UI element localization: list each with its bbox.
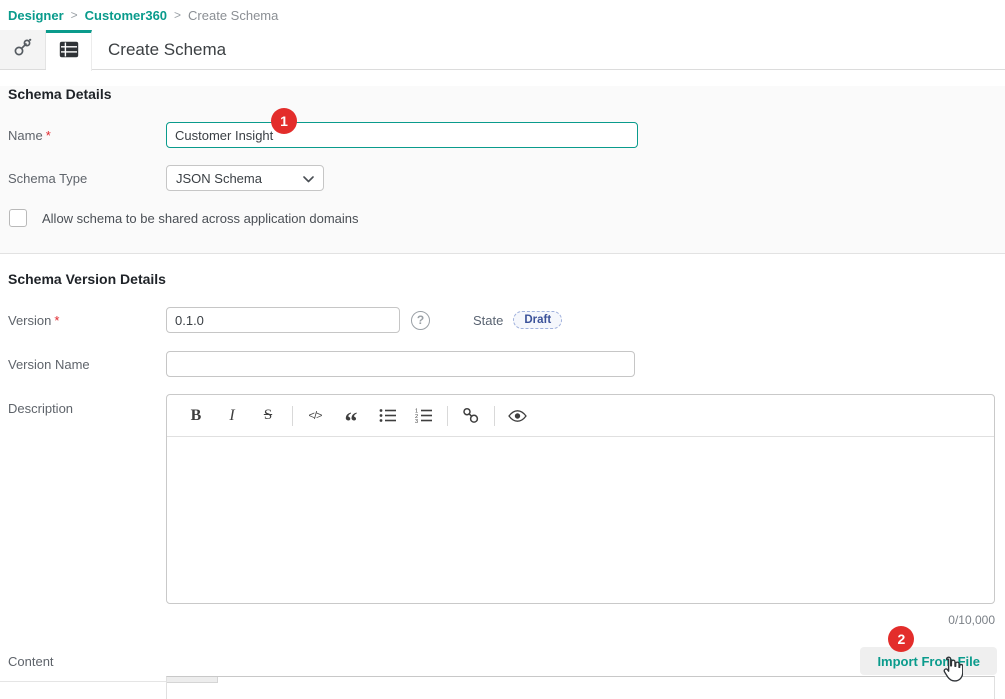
page-title: Create Schema [108, 40, 226, 60]
state-badge: Draft [513, 311, 562, 329]
graph-icon [13, 38, 32, 62]
help-icon[interactable]: ? [411, 311, 430, 330]
link-icon[interactable] [458, 404, 482, 428]
svg-text:3: 3 [415, 419, 418, 423]
version-input[interactable] [166, 307, 400, 333]
schema-details-section: Schema Details Name* 1 Schema Type JSON … [0, 86, 1005, 254]
name-label: Name* [8, 128, 166, 143]
step-2-badge: 2 [888, 626, 914, 652]
bold-icon[interactable]: B [184, 404, 208, 428]
breadcrumb-separator: > [174, 8, 181, 22]
breadcrumb-current: Create Schema [188, 8, 278, 23]
step-1-badge: 1 [271, 108, 297, 134]
schema-type-value: JSON Schema [176, 171, 262, 186]
table-icon [59, 41, 79, 63]
tab-graph-view[interactable] [0, 30, 46, 69]
editor-line-gutter [167, 677, 218, 683]
state-label: State [473, 313, 503, 328]
code-icon[interactable]: </> [303, 404, 327, 428]
content-editor-partial[interactable] [166, 676, 995, 699]
schema-type-select[interactable]: JSON Schema [166, 165, 324, 191]
strikethrough-icon[interactable]: S [256, 404, 280, 428]
divider [0, 681, 166, 682]
blockquote-icon[interactable]: “ [339, 404, 363, 428]
preview-eye-icon[interactable] [505, 404, 529, 428]
toolbar-divider [292, 406, 293, 426]
required-asterisk: * [46, 128, 51, 143]
schema-version-details-section: Schema Version Details Version* ? State … [0, 271, 1005, 675]
toolbar-divider [447, 406, 448, 426]
version-name-label: Version Name [8, 357, 166, 372]
required-asterisk: * [54, 313, 59, 328]
toolbar-divider [494, 406, 495, 426]
char-counter: 0/10,000 [166, 613, 995, 627]
bullet-list-icon[interactable] [375, 404, 399, 428]
description-editor: B I S </> “ 1 [166, 394, 995, 604]
chevron-down-icon [303, 171, 314, 186]
create-schema-page: Designer > Customer360 > Create Schema [0, 0, 1005, 699]
share-schema-checkbox-label: Allow schema to be shared across applica… [42, 211, 359, 226]
schema-details-heading: Schema Details [8, 86, 1005, 102]
tab-strip: Create Schema [0, 30, 1005, 70]
description-toolbar: B I S </> “ 1 [167, 395, 994, 437]
schema-name-input[interactable] [166, 122, 638, 148]
version-name-input[interactable] [166, 351, 635, 377]
schema-version-details-heading: Schema Version Details [8, 271, 1005, 287]
schema-type-label: Schema Type [8, 171, 166, 186]
description-textarea[interactable] [167, 437, 994, 603]
ordered-list-icon[interactable]: 1 2 3 [411, 404, 435, 428]
version-label: Version* [8, 313, 166, 328]
breadcrumb-designer[interactable]: Designer [8, 8, 64, 23]
tab-table-view[interactable] [46, 30, 92, 71]
import-from-file-button[interactable]: Import From File 2 [860, 647, 997, 675]
breadcrumb: Designer > Customer360 > Create Schema [0, 0, 1005, 30]
share-schema-checkbox[interactable] [9, 209, 27, 227]
content-label: Content [8, 654, 166, 669]
breadcrumb-customer360[interactable]: Customer360 [85, 8, 167, 23]
description-label: Description [8, 394, 166, 416]
italic-icon[interactable]: I [220, 404, 244, 428]
breadcrumb-separator: > [71, 8, 78, 22]
